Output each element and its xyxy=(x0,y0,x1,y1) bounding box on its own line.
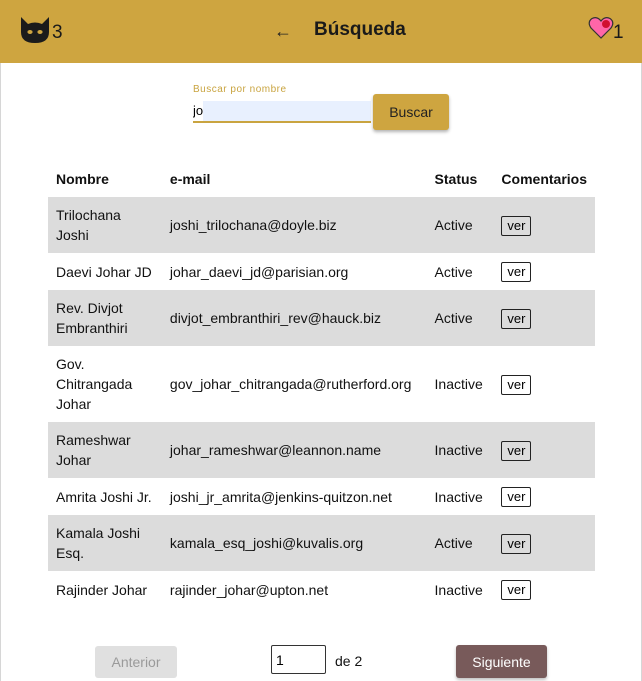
cell-comments: ver xyxy=(493,571,595,608)
view-comments-button[interactable]: ver xyxy=(501,533,532,554)
table-row: Daevi Johar JD johar_daevi_jd@parisian.o… xyxy=(48,253,595,290)
cell-comments: ver xyxy=(493,346,595,422)
table-row: Rajinder Johar rajinder_johar@upton.net … xyxy=(48,571,595,608)
cell-name: Amrita Joshi Jr. xyxy=(56,488,152,505)
cell-email: joshi_trilochana@doyle.biz xyxy=(161,197,427,253)
cell-email: rajinder_johar@upton.net xyxy=(169,581,329,598)
top-bar: 3 ← Búsqueda 1 xyxy=(0,0,642,63)
cell-comments: ver xyxy=(493,478,595,515)
cell-comments: ver xyxy=(493,197,595,253)
table-row: Rev. Divjot Embranthiri divjot_embranthi… xyxy=(48,290,595,346)
heart-count: 1 xyxy=(613,22,624,43)
view-comments-button[interactable]: ver xyxy=(501,374,532,395)
table-row: Rameshwar Johar johar_rameshwar@leannon.… xyxy=(48,422,595,478)
table-row: Kamala Joshi Esq. kamala_esq_joshi@kuval… xyxy=(48,515,595,571)
cell-comments: ver xyxy=(493,515,595,571)
previous-page-button[interactable]: Anterior xyxy=(95,646,177,678)
column-header-comments: Comentarios xyxy=(501,170,587,187)
cell-comments: ver xyxy=(493,253,595,290)
table-row: Gov. Chitrangada Johar gov_johar_chitran… xyxy=(48,346,595,422)
page-number-input[interactable] xyxy=(271,645,326,674)
column-header-status: Status xyxy=(434,170,478,187)
cell-email: johar_rameshwar@leannon.name xyxy=(161,422,427,478)
cell-name: Rameshwar Johar xyxy=(48,422,162,478)
view-comments-button[interactable]: ver xyxy=(501,487,532,507)
view-comments-button[interactable]: ver xyxy=(501,440,532,461)
cell-status: Inactive xyxy=(434,376,483,392)
view-comments-button[interactable]: ver xyxy=(501,308,532,329)
next-page-button[interactable]: Siguiente xyxy=(456,645,547,678)
cell-email: johar_daevi_jd@parisian.org xyxy=(169,263,349,280)
table-row: Amrita Joshi Jr. joshi_jr_amrita@jenkins… xyxy=(48,478,595,515)
cell-status: Active xyxy=(426,515,494,571)
back-arrow-icon[interactable]: ← xyxy=(274,21,292,42)
cell-status: Inactive xyxy=(426,422,494,478)
search-label: Buscar por nombre xyxy=(193,84,287,95)
cell-name: Rajinder Johar xyxy=(56,581,148,598)
cell-status: Inactive xyxy=(434,581,483,598)
heart-icon xyxy=(588,17,614,39)
column-header-email: e-mail xyxy=(169,170,211,187)
cell-name: Trilochana Joshi xyxy=(48,197,162,253)
view-comments-button[interactable]: ver xyxy=(501,215,532,236)
table-row: Trilochana Joshi joshi_trilochana@doyle.… xyxy=(48,197,595,253)
cell-status: Active xyxy=(426,197,494,253)
cell-email: joshi_jr_amrita@jenkins-quitzon.net xyxy=(169,488,392,505)
page-total-label: de 2 xyxy=(335,653,363,669)
cell-email: kamala_esq_joshi@kuvalis.org xyxy=(161,515,427,571)
view-comments-button[interactable]: ver xyxy=(501,580,532,600)
cell-comments: ver xyxy=(493,290,595,346)
page-title: Búsqueda xyxy=(314,19,406,40)
cell-name: Kamala Joshi Esq. xyxy=(48,515,162,571)
cell-name: Rev. Divjot Embranthiri xyxy=(48,290,162,346)
cell-comments: ver xyxy=(493,422,595,478)
cell-name: Gov. Chitrangada Johar xyxy=(56,356,133,412)
cell-email: gov_johar_chitrangada@rutherford.org xyxy=(169,376,412,392)
cell-status: Inactive xyxy=(434,488,483,505)
cat-icon xyxy=(21,17,49,43)
cell-email: divjot_embranthiri_rev@hauck.biz xyxy=(161,290,427,346)
cell-name: Daevi Johar JD xyxy=(56,263,152,280)
search-button[interactable]: Buscar xyxy=(373,94,449,130)
view-comments-button[interactable]: ver xyxy=(501,262,532,282)
users-table: Nombre e-mail Status Comentarios Triloch… xyxy=(48,160,595,608)
column-header-name: Nombre xyxy=(56,170,109,187)
cell-status: Active xyxy=(426,290,494,346)
cell-status: Active xyxy=(434,263,473,280)
cat-count: 3 xyxy=(52,22,63,43)
table-header-row: Nombre e-mail Status Comentarios xyxy=(48,160,595,197)
search-input[interactable] xyxy=(193,101,371,123)
